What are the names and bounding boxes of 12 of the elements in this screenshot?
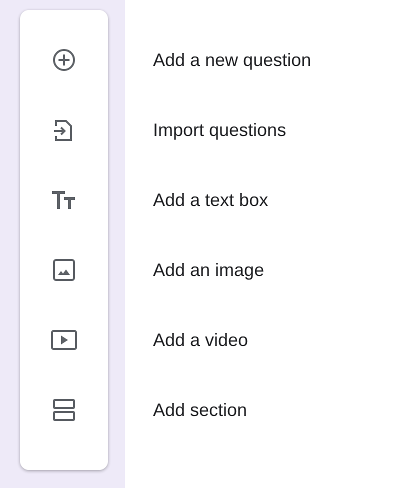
section-icon[interactable] (53, 399, 75, 421)
video-icon[interactable] (51, 330, 77, 350)
tooltip-label: Import questions (153, 120, 286, 140)
image-icon[interactable] (53, 259, 75, 281)
tooltip-label: Add section (153, 400, 248, 420)
text-size-icon[interactable] (52, 190, 76, 210)
tooltip-label: Add a new question (153, 50, 312, 70)
tooltip-label: Add a text box (153, 190, 268, 210)
tooltip-label: Add a video (153, 330, 248, 350)
import-file-icon[interactable] (53, 118, 75, 142)
tooltip-label: Add an image (153, 260, 264, 280)
add-circle-icon[interactable] (52, 48, 76, 72)
